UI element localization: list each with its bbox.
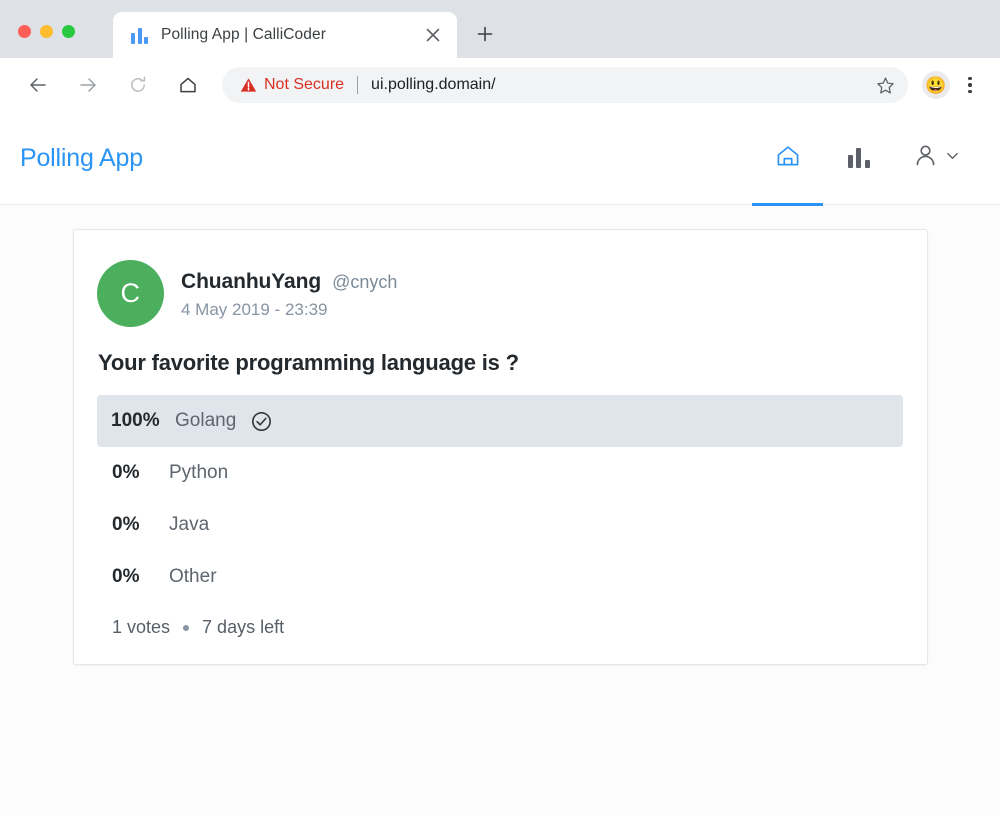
page-viewport: Polling App <box>0 112 1000 816</box>
window-close-button[interactable] <box>18 25 31 38</box>
arrow-left-icon[interactable] <box>18 65 58 105</box>
three-dots-icon[interactable] <box>954 67 986 103</box>
reload-icon[interactable] <box>118 65 158 105</box>
option-label: Other <box>169 566 217 588</box>
option-label: Golang <box>175 410 236 432</box>
omnibox-divider <box>357 76 358 94</box>
nav-item-profile[interactable] <box>894 112 978 205</box>
avatar: C <box>97 260 164 327</box>
poll-footer: 1 votes 7 days left <box>112 617 903 638</box>
browser-window: Polling App | CalliCoder <box>0 0 1000 816</box>
arrow-right-icon[interactable] <box>68 65 108 105</box>
window-traffic-lights <box>18 25 75 38</box>
poll-expiry: 7 days left <box>202 617 284 638</box>
vote-count: 1 votes <box>112 617 170 638</box>
security-indicator[interactable]: Not Secure <box>240 76 344 94</box>
poll-author-header: C ChuanhuYang @cnych 4 May 2019 - 23:39 <box>97 260 903 327</box>
check-circle-icon <box>251 411 272 432</box>
app-brand[interactable]: Polling App <box>20 144 143 173</box>
browser-profile-avatar[interactable]: 😃 <box>922 71 950 99</box>
option-percent: 0% <box>112 462 157 484</box>
avatar: 😃 <box>925 77 946 94</box>
nav-item-home[interactable] <box>752 112 823 205</box>
author-handle[interactable]: @cnych <box>332 272 397 293</box>
option-label: Python <box>169 462 228 484</box>
star-icon[interactable] <box>870 70 900 100</box>
poll-card: C ChuanhuYang @cnych 4 May 2019 - 23:39 … <box>73 229 928 665</box>
app-navbar: Polling App <box>0 112 1000 205</box>
new-tab-button[interactable] <box>470 19 500 49</box>
warning-triangle-icon <box>240 77 257 93</box>
bar-chart-icon <box>848 148 870 168</box>
bar-chart-icon <box>131 27 148 44</box>
option-percent: 100% <box>111 410 163 432</box>
address-bar[interactable]: Not Secure ui.polling.domain/ <box>222 67 908 103</box>
window-maximize-button[interactable] <box>62 25 75 38</box>
browser-toolbar: Not Secure ui.polling.domain/ 😃 <box>0 58 1000 112</box>
poll-question: Your favorite programming language is ? <box>98 350 903 376</box>
poll-date: 4 May 2019 - 23:39 <box>181 300 397 320</box>
poll-options: 100% Golang 0% Python 0% Java <box>97 395 903 603</box>
option-percent: 0% <box>112 566 157 588</box>
separator-dot-icon <box>183 625 189 631</box>
user-icon <box>913 143 938 173</box>
nav-item-polls[interactable] <box>823 112 894 205</box>
poll-option-python[interactable]: 0% Python <box>97 447 903 499</box>
tab-title: Polling App | CalliCoder <box>161 26 421 44</box>
chevron-down-icon <box>946 149 959 167</box>
close-icon[interactable] <box>421 23 445 47</box>
avatar-initial: C <box>121 278 141 309</box>
app-nav-links <box>752 112 978 205</box>
author-name[interactable]: ChuanhuYang <box>181 270 321 294</box>
poll-option-other[interactable]: 0% Other <box>97 551 903 603</box>
author-block: ChuanhuYang @cnych 4 May 2019 - 23:39 <box>181 260 397 320</box>
security-label: Not Secure <box>264 76 344 94</box>
poll-option-java[interactable]: 0% Java <box>97 499 903 551</box>
browser-tabstrip: Polling App | CalliCoder <box>0 0 1000 58</box>
author-line: ChuanhuYang @cnych <box>181 270 397 294</box>
home-icon <box>775 143 801 174</box>
window-minimize-button[interactable] <box>40 25 53 38</box>
poll-option-golang[interactable]: 100% Golang <box>97 395 903 447</box>
home-icon[interactable] <box>168 65 208 105</box>
option-label: Java <box>169 514 209 536</box>
browser-tab[interactable]: Polling App | CalliCoder <box>113 12 457 58</box>
option-percent: 0% <box>112 514 157 536</box>
url-text[interactable]: ui.polling.domain/ <box>371 76 870 94</box>
